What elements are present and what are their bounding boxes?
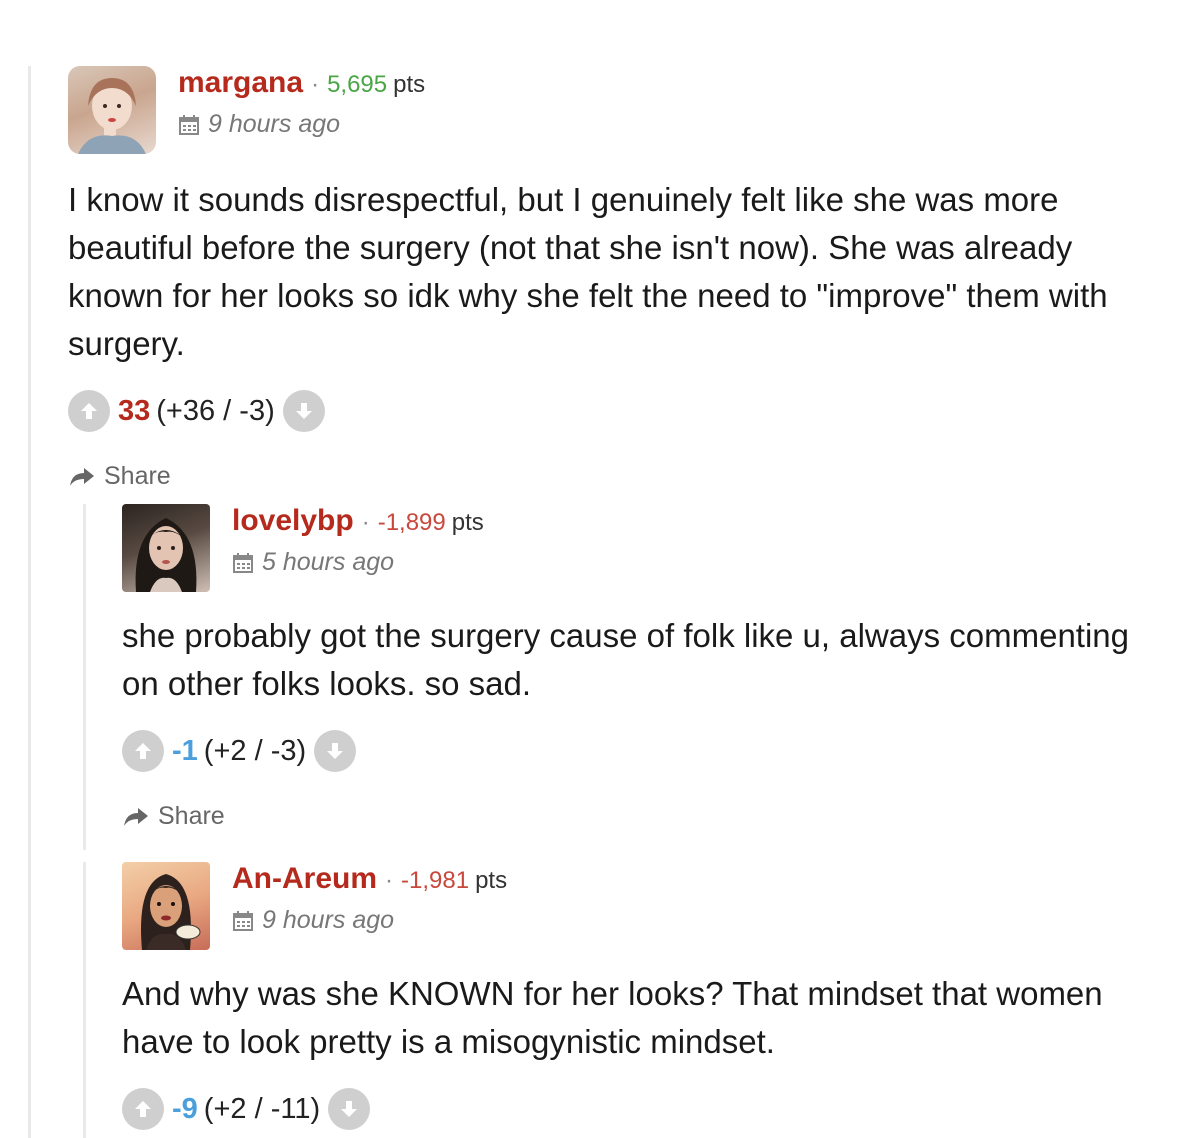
calendar-icon bbox=[233, 910, 253, 931]
comment-header: margana · 5,695 pts 9 hours ago bbox=[68, 66, 1158, 154]
comment-meta: An-Areum · -1,981 pts 9 hours ago bbox=[232, 862, 507, 935]
user-points: 5,695 bbox=[327, 71, 388, 98]
share-label: Share bbox=[104, 462, 171, 490]
points-label: pts bbox=[475, 867, 508, 894]
share-link[interactable]: Share bbox=[122, 802, 1162, 831]
avatar[interactable] bbox=[122, 504, 210, 592]
arrow-up-icon bbox=[135, 1101, 151, 1117]
upvote-button[interactable] bbox=[122, 1088, 164, 1130]
user-points: -1,981 bbox=[401, 867, 470, 894]
comment-header: An-Areum · -1,981 pts 9 hours ago bbox=[122, 862, 1162, 950]
downvote-button[interactable] bbox=[314, 730, 357, 772]
vote-bar: -1 (+2 / -3) bbox=[122, 730, 1162, 772]
avatar-image bbox=[141, 874, 201, 950]
avatar[interactable] bbox=[68, 66, 156, 154]
comment-body: And why was she KNOWN for her looks? Tha… bbox=[122, 975, 1103, 1060]
calendar-icon bbox=[233, 552, 253, 573]
username[interactable]: lovelybp bbox=[232, 504, 354, 538]
timestamp: 9 hours ago bbox=[208, 110, 341, 138]
username[interactable]: margana bbox=[178, 66, 303, 100]
share-arrow-icon bbox=[124, 807, 148, 826]
timestamp: 5 hours ago bbox=[262, 548, 395, 576]
arrow-up-icon bbox=[135, 743, 151, 759]
arrow-down-icon bbox=[295, 403, 312, 419]
comment-body: she probably got the surgery cause of fo… bbox=[122, 617, 1130, 702]
comment-body: I know it sounds disrespectful, but I ge… bbox=[68, 181, 1108, 362]
vote-tally: (+2 / -3) bbox=[203, 734, 307, 767]
comment: margana · 5,695 pts 9 hours ago I know i… bbox=[68, 66, 1158, 491]
separator-dot: · bbox=[361, 509, 370, 536]
comment: lovelybp · -1,899 pts 5 hours ago she pr… bbox=[122, 504, 1162, 831]
comment-header: lovelybp · -1,899 pts 5 hours ago bbox=[122, 504, 1162, 592]
vote-bar: -9 (+2 / -11) bbox=[122, 1088, 1162, 1130]
arrow-down-icon bbox=[327, 743, 344, 759]
vote-score: -1 bbox=[172, 734, 198, 767]
arrow-down-icon bbox=[341, 1101, 358, 1117]
username[interactable]: An-Areum bbox=[232, 862, 377, 896]
vote-bar: 33 (+36 / -3) bbox=[68, 390, 1158, 432]
downvote-button[interactable] bbox=[282, 390, 325, 432]
downvote-button[interactable] bbox=[328, 1088, 371, 1130]
avatar[interactable] bbox=[122, 862, 210, 950]
vote-tally: (+36 / -3) bbox=[156, 394, 275, 427]
vote-tally: (+2 / -11) bbox=[203, 1092, 321, 1125]
user-points: -1,899 bbox=[377, 509, 446, 536]
timestamp: 9 hours ago bbox=[262, 906, 395, 934]
comment-meta: lovelybp · -1,899 pts 5 hours ago bbox=[232, 504, 484, 577]
avatar-image bbox=[78, 78, 146, 154]
arrow-up-icon bbox=[81, 403, 97, 419]
calendar-icon bbox=[179, 114, 199, 135]
reply-rail bbox=[83, 504, 86, 850]
reply-rail bbox=[83, 862, 86, 1138]
vote-score: 33 bbox=[118, 394, 151, 427]
comment: An-Areum · -1,981 pts 9 hours ago And wh… bbox=[122, 862, 1162, 1130]
upvote-button[interactable] bbox=[68, 390, 110, 432]
share-label: Share bbox=[158, 802, 225, 830]
upvote-button[interactable] bbox=[122, 730, 164, 772]
points-label: pts bbox=[393, 71, 426, 98]
comment-meta: margana · 5,695 pts 9 hours ago bbox=[178, 66, 425, 139]
avatar-image bbox=[135, 518, 197, 592]
points-label: pts bbox=[451, 509, 484, 536]
vote-score: -9 bbox=[172, 1092, 198, 1125]
share-link[interactable]: Share bbox=[68, 462, 1158, 491]
share-arrow-icon bbox=[70, 467, 94, 486]
separator-dot: · bbox=[311, 71, 320, 98]
separator-dot: · bbox=[385, 867, 394, 894]
